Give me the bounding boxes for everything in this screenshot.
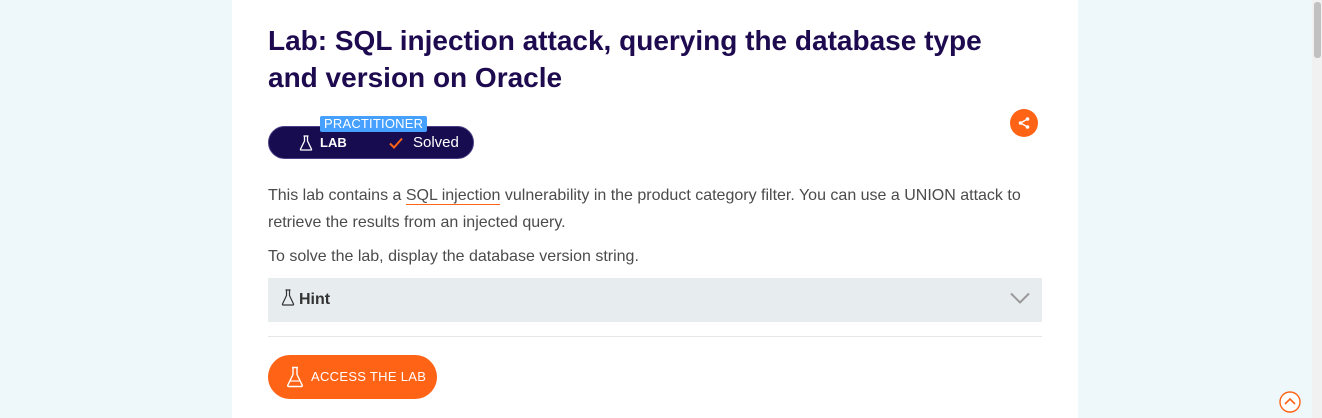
chevron-down-icon — [1010, 292, 1030, 304]
lab-type-label: LAB — [320, 135, 347, 150]
scrollbar-track[interactable] — [1312, 0, 1322, 418]
access-lab-button[interactable]: ACCESS THE LAB — [268, 355, 437, 399]
lab-description: This lab contains a SQL injection vulner… — [268, 182, 1058, 236]
description-text-start: This lab contains a — [268, 187, 406, 204]
share-icon — [1018, 117, 1030, 129]
lab-content-panel: Lab: SQL injection attack, querying the … — [232, 0, 1078, 418]
solved-status-label: Solved — [413, 134, 459, 151]
scroll-to-top-icon[interactable] — [1279, 391, 1301, 413]
flask-icon — [299, 135, 313, 151]
flask-icon — [286, 366, 304, 388]
lab-objective: To solve the lab, display the database v… — [268, 248, 639, 265]
scrollbar-thumb[interactable] — [1314, 2, 1321, 58]
flask-icon — [281, 289, 295, 306]
sql-injection-link[interactable]: SQL injection — [405, 187, 501, 205]
hint-toggle[interactable]: Hint — [268, 278, 1042, 322]
hint-label: Hint — [299, 291, 331, 308]
access-lab-label: ACCESS THE LAB — [311, 369, 427, 384]
lab-type: LAB — [299, 135, 347, 151]
page-title: Lab: SQL injection attack, querying the … — [268, 25, 982, 93]
divider — [268, 336, 1042, 337]
solved-status: Solved — [389, 135, 459, 151]
share-button[interactable] — [1010, 109, 1038, 137]
check-icon — [389, 137, 403, 149]
level-badge: PRACTITIONER — [320, 116, 428, 132]
